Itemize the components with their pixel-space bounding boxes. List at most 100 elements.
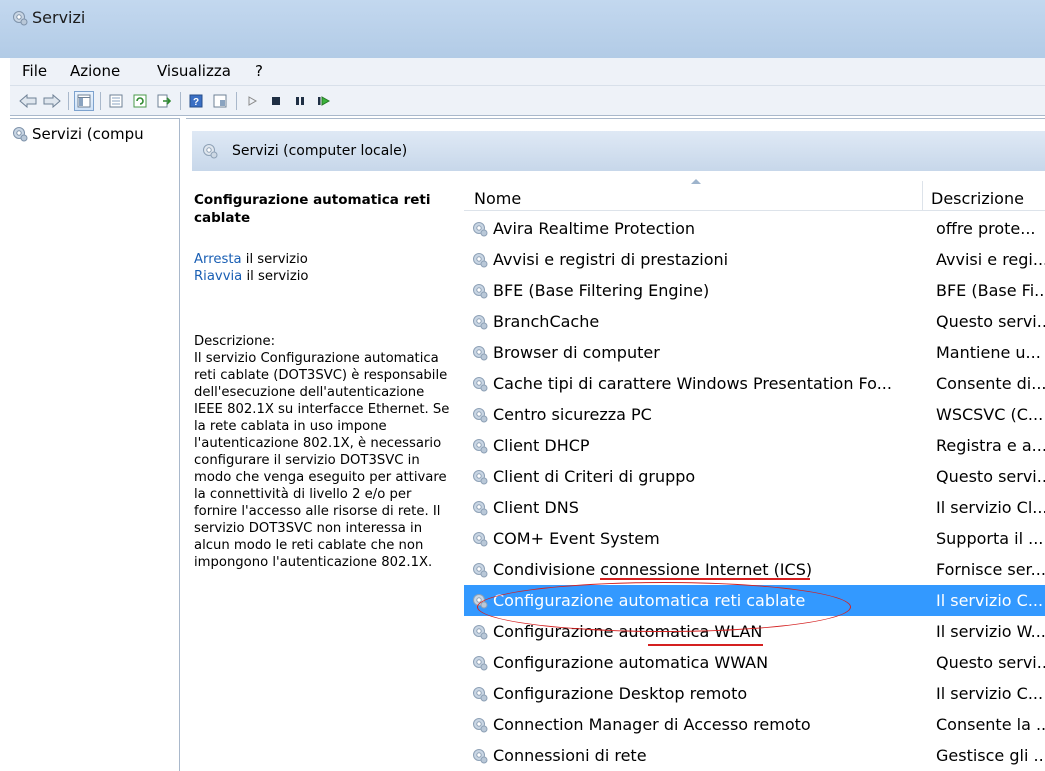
services-gear-icon bbox=[13, 11, 28, 26]
main-header-title: Servizi (computer locale) bbox=[232, 143, 408, 159]
window-title: Servizi bbox=[32, 8, 86, 27]
stop-service-link[interactable]: Arresta bbox=[194, 252, 242, 267]
service-gear-icon bbox=[472, 283, 488, 303]
service-gear-icon bbox=[472, 531, 488, 551]
service-gear-icon bbox=[472, 748, 488, 768]
service-name: Configurazione automatica reti cablate bbox=[493, 591, 806, 610]
service-description: Avvisi e regi... bbox=[936, 250, 1045, 269]
service-name: Configurazione automatica WLAN bbox=[493, 622, 763, 641]
service-description: Gestisce gli ... bbox=[936, 746, 1045, 765]
service-details-pane: Configurazione automatica reti cablate A… bbox=[194, 191, 452, 571]
services-gear-icon bbox=[13, 127, 28, 142]
service-name: Condivisione connessione Internet (ICS) bbox=[493, 560, 813, 579]
services-list: Nome Descrizione Avira Realtime Protecti… bbox=[464, 175, 1045, 771]
service-row[interactable]: Centro sicurezza PC WSCSVC (C... bbox=[464, 399, 1045, 430]
service-gear-icon bbox=[472, 500, 488, 520]
service-row[interactable]: Connessioni di rete Gestisce gli ... bbox=[464, 740, 1045, 771]
service-row[interactable]: Connection Manager di Accesso remoto Cons… bbox=[464, 709, 1045, 740]
service-gear-icon bbox=[472, 686, 488, 706]
svg-text:?: ? bbox=[193, 97, 199, 108]
service-gear-icon bbox=[472, 469, 488, 489]
column-name-header[interactable]: Nome bbox=[474, 189, 521, 208]
pause-service-icon[interactable] bbox=[290, 91, 310, 111]
service-row[interactable]: Condivisione connessione Internet (ICS) F… bbox=[464, 554, 1045, 585]
service-row[interactable]: BFE (Base Filtering Engine) BFE (Base Fi.… bbox=[464, 275, 1045, 306]
export-list-icon[interactable] bbox=[154, 91, 174, 111]
forward-arrow-icon[interactable] bbox=[42, 91, 62, 111]
service-gear-icon bbox=[472, 252, 488, 272]
service-gear-icon bbox=[472, 655, 488, 675]
service-row[interactable]: Cache tipi di carattere Windows Presenta… bbox=[464, 368, 1045, 399]
service-row[interactable]: Configurazione automatica WWAN Questo ser… bbox=[464, 647, 1045, 678]
service-row[interactable]: Client DHCP Registra e a... bbox=[464, 430, 1045, 461]
restart-service-link[interactable]: Riavvia bbox=[194, 269, 242, 284]
service-name: Client DHCP bbox=[493, 436, 590, 455]
service-gear-icon bbox=[472, 624, 488, 644]
services-gear-icon bbox=[203, 144, 218, 159]
service-gear-icon bbox=[472, 717, 488, 737]
service-row[interactable]: Configurazione automatica reti cablate Il… bbox=[464, 585, 1045, 616]
restart-service-icon[interactable] bbox=[314, 91, 334, 111]
service-row[interactable]: Avvisi e registri di prestazioni Avvisi e… bbox=[464, 244, 1045, 275]
service-description: Consente di... bbox=[936, 374, 1045, 393]
service-description: BFE (Base Fi... bbox=[936, 281, 1045, 300]
main-pane: Servizi (computer locale) Configurazione… bbox=[186, 118, 1045, 771]
service-description: Mantiene u... bbox=[936, 343, 1041, 362]
menu-action[interactable]: Azione bbox=[70, 62, 120, 80]
service-name: Client DNS bbox=[493, 498, 579, 517]
service-gear-icon bbox=[472, 562, 488, 582]
service-name: Configurazione automatica WWAN bbox=[493, 653, 769, 672]
service-description: Fornisce ser... bbox=[936, 560, 1045, 579]
service-name: Cache tipi di carattere Windows Presenta… bbox=[493, 374, 892, 393]
show-tree-icon[interactable] bbox=[74, 91, 94, 111]
sort-ascending-icon bbox=[691, 179, 701, 184]
service-name: Avvisi e registri di prestazioni bbox=[493, 250, 729, 269]
description-text: Il servizio Configurazione automatica re… bbox=[194, 351, 450, 570]
stop-service-suffix: il servizio bbox=[241, 252, 308, 267]
service-row[interactable]: BranchCache Questo servi... bbox=[464, 306, 1045, 337]
service-row[interactable]: Avira Realtime Protection offre prote... bbox=[464, 213, 1045, 244]
service-description: Il servizio C... bbox=[936, 684, 1044, 703]
restart-service-suffix: il servizio bbox=[242, 269, 309, 284]
service-name: BFE (Base Filtering Engine) bbox=[493, 281, 710, 300]
tree-item-services-local[interactable]: Servizi (compu bbox=[13, 125, 144, 143]
service-description: WSCSVC (C... bbox=[936, 405, 1044, 424]
service-row[interactable]: Configurazione automatica WLAN Il servizi… bbox=[464, 616, 1045, 647]
menu-bar: File Azione Visualizza ? bbox=[10, 58, 1045, 86]
list-header: Nome Descrizione bbox=[464, 175, 1045, 211]
service-name: Centro sicurezza PC bbox=[493, 405, 652, 424]
column-description-header[interactable]: Descrizione bbox=[931, 189, 1024, 208]
console-view-icon[interactable] bbox=[210, 91, 230, 111]
properties-icon[interactable] bbox=[106, 91, 126, 111]
service-description: Supporta il ... bbox=[936, 529, 1044, 548]
stop-service-icon[interactable] bbox=[266, 91, 286, 111]
service-row[interactable]: Browser di computer Mantiene u... bbox=[464, 337, 1045, 368]
start-service-icon[interactable] bbox=[242, 91, 262, 111]
back-arrow-icon[interactable] bbox=[18, 91, 38, 111]
service-gear-icon bbox=[472, 593, 488, 613]
menu-file[interactable]: File bbox=[22, 62, 47, 80]
toolbar: ? bbox=[10, 86, 1045, 116]
service-gear-icon bbox=[472, 314, 488, 334]
title-bar: Servizi bbox=[0, 0, 1045, 58]
service-name: BranchCache bbox=[493, 312, 600, 331]
service-row[interactable]: Client di Criteri di gruppo Questo servi.… bbox=[464, 461, 1045, 492]
service-description: Questo servi... bbox=[936, 467, 1045, 486]
console-tree: Servizi (compu bbox=[10, 118, 180, 771]
service-row[interactable]: COM+ Event System Supporta il ... bbox=[464, 523, 1045, 554]
refresh-icon[interactable] bbox=[130, 91, 150, 111]
service-row[interactable]: Client DNS Il servizio Cl... bbox=[464, 492, 1045, 523]
service-description: Consente la ... bbox=[936, 715, 1045, 734]
menu-view[interactable]: Visualizza bbox=[157, 62, 231, 80]
description-label: Descrizione: bbox=[194, 334, 276, 349]
selected-service-title: Configurazione automatica reti cablate bbox=[194, 192, 431, 226]
service-gear-icon bbox=[472, 376, 488, 396]
help-icon[interactable]: ? bbox=[186, 91, 206, 111]
service-name: Client di Criteri di gruppo bbox=[493, 467, 696, 486]
menu-help[interactable]: ? bbox=[255, 62, 263, 80]
service-gear-icon bbox=[472, 407, 488, 427]
service-description: Registra e a... bbox=[936, 436, 1045, 455]
service-row[interactable]: Configurazione Desktop remoto Il servizio… bbox=[464, 678, 1045, 709]
service-name: Browser di computer bbox=[493, 343, 660, 362]
service-name: COM+ Event System bbox=[493, 529, 660, 548]
